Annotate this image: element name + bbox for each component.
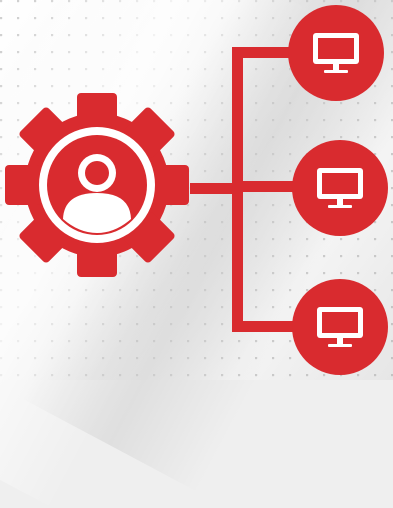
monitor-node-top [288, 5, 384, 101]
network-diagram [5, 5, 388, 375]
connector-branch-bottom [232, 321, 302, 332]
monitor-node-middle [292, 140, 388, 236]
monitor-node-bottom [292, 279, 388, 375]
connector-stem [190, 183, 238, 194]
connector-branch-middle [232, 181, 302, 192]
user-gear-icon [5, 93, 189, 277]
connector-lines [190, 47, 302, 332]
